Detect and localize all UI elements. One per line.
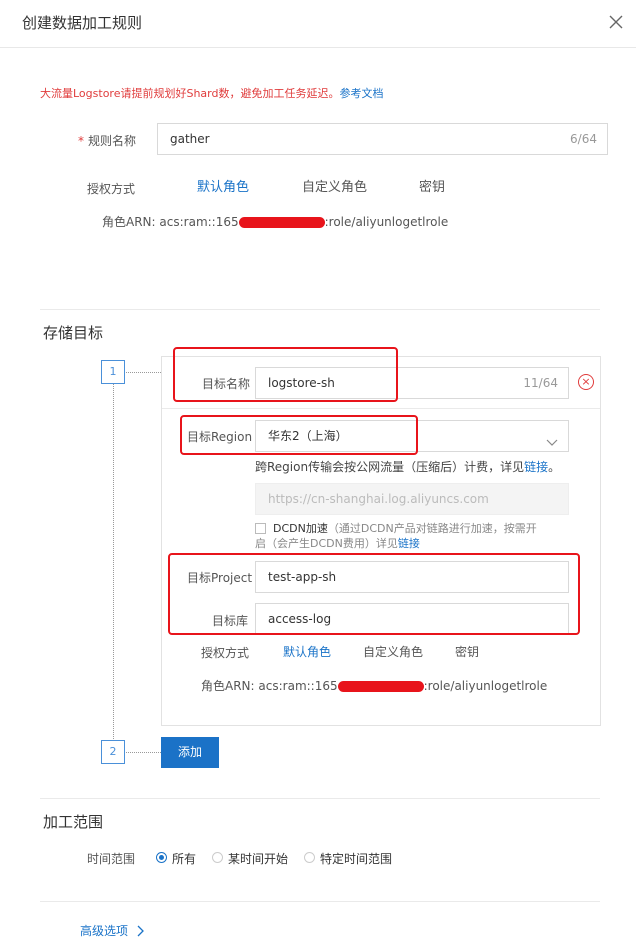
close-circle-icon[interactable]: × — [578, 374, 594, 390]
target-arn-prefix: acs:ram::165 — [258, 679, 338, 693]
step-1-badge: 1 — [101, 360, 125, 384]
dcdn-description: DCDN加速（通过DCDN产品对链路进行加速，按需开 — [273, 521, 573, 536]
radio-all-label[interactable]: 所有 — [172, 850, 196, 867]
dcdn-label: DCDN加速 — [273, 522, 328, 535]
radio-from-time-label[interactable]: 某时间开始 — [228, 850, 288, 867]
dialog-header: 创建数据加工规则 — [0, 0, 636, 48]
rule-tab-custom-role[interactable]: 自定义角色 — [302, 176, 367, 195]
radio-all[interactable] — [156, 852, 167, 863]
annotation-box-region — [180, 415, 418, 455]
rule-arn: 角色ARN: acs:ram::165 :role/aliyunlogetlrol… — [102, 213, 448, 230]
range-section-title: 加工范围 — [43, 813, 104, 831]
divider — [40, 798, 600, 799]
rule-auth-label: 授权方式 — [87, 182, 136, 196]
step-connector-h1 — [126, 372, 161, 373]
rule-name-input[interactable]: gather 6/64 — [157, 123, 608, 155]
rule-name-value: gather — [170, 132, 210, 146]
endpoint-value: https://cn-shanghai.log.aliyuncs.com — [268, 492, 489, 506]
rule-name-label-text: 规则名称 — [88, 134, 137, 148]
dcdn-description-2: 启（会产生DCDN费用）详见链接 — [255, 536, 575, 551]
close-icon[interactable] — [606, 12, 626, 32]
target-tab-default-role[interactable]: 默认角色 — [283, 643, 331, 660]
redaction-mark — [238, 217, 325, 228]
target-tab-access-key[interactable]: 密钥 — [455, 643, 479, 660]
annotation-box-project-store — [168, 553, 580, 635]
redaction-mark — [337, 681, 424, 692]
dcdn-checkbox[interactable] — [255, 523, 266, 534]
radio-from-time[interactable] — [212, 852, 223, 863]
target-auth-label: 授权方式 — [201, 646, 250, 660]
target-panel-divider — [162, 408, 600, 409]
rule-tab-access-key[interactable]: 密钥 — [419, 176, 445, 195]
region-hint-text: 跨Region传输会按公网流量（压缩后）计费，详见 — [255, 460, 525, 474]
warning-text: 大流量Logstore请提前规划好Shard数，避免加工任务延迟。 — [40, 87, 340, 100]
radio-time-range-label[interactable]: 特定时间范围 — [320, 850, 392, 867]
target-arn-suffix: :role/aliyunlogetlrole — [423, 679, 548, 693]
required-mark: * — [78, 134, 84, 148]
dcdn-link[interactable]: 链接 — [398, 537, 420, 550]
rule-name-counter: 6/64 — [570, 132, 597, 146]
dcdn-desc-2: 启（会产生DCDN费用）详见 — [255, 537, 398, 550]
shard-warning: 大流量Logstore请提前规划好Shard数，避免加工任务延迟。参考文档 — [40, 85, 383, 101]
add-target-button[interactable]: 添加 — [161, 737, 219, 768]
target-tab-custom-role[interactable]: 自定义角色 — [363, 643, 423, 660]
rule-tab-default-role[interactable]: 默认角色 — [197, 176, 249, 195]
endpoint-input: https://cn-shanghai.log.aliyuncs.com — [255, 483, 569, 515]
storage-section-title: 存储目标 — [43, 324, 104, 342]
advanced-options-link[interactable]: 高级选项 — [80, 922, 145, 939]
rule-name-label: * 规则名称 — [78, 132, 136, 149]
annotation-box-target-name — [173, 347, 398, 402]
time-range-label: 时间范围 — [87, 852, 136, 866]
radio-time-range[interactable] — [304, 852, 315, 863]
target-name-counter: 11/64 — [523, 376, 558, 390]
region-hint-end: 。 — [548, 460, 561, 474]
chevron-down-icon — [546, 429, 558, 446]
rule-arn-label: 角色ARN: — [102, 215, 156, 229]
reference-doc-link[interactable]: 参考文档 — [339, 87, 383, 100]
step-connector-h2 — [126, 752, 161, 753]
target-arn-label: 角色ARN: — [201, 679, 255, 693]
divider — [40, 901, 600, 902]
chevron-right-icon — [132, 924, 145, 938]
dialog-title: 创建数据加工规则 — [22, 14, 143, 32]
region-hint-link[interactable]: 链接 — [524, 460, 548, 474]
dcdn-desc-1: （通过DCDN产品对链路进行加速，按需开 — [327, 522, 537, 535]
rule-arn-prefix: acs:ram::165 — [159, 215, 239, 229]
region-hint: 跨Region传输会按公网流量（压缩后）计费，详见链接。 — [255, 458, 560, 475]
rule-arn-suffix: :role/aliyunlogetlrole — [324, 215, 449, 229]
target-arn: 角色ARN: acs:ram::165 :role/aliyunlogetlrol… — [201, 677, 547, 694]
step-connector — [113, 384, 114, 739]
advanced-options-label: 高级选项 — [80, 924, 129, 938]
divider — [40, 309, 600, 310]
step-2-badge: 2 — [101, 740, 125, 764]
